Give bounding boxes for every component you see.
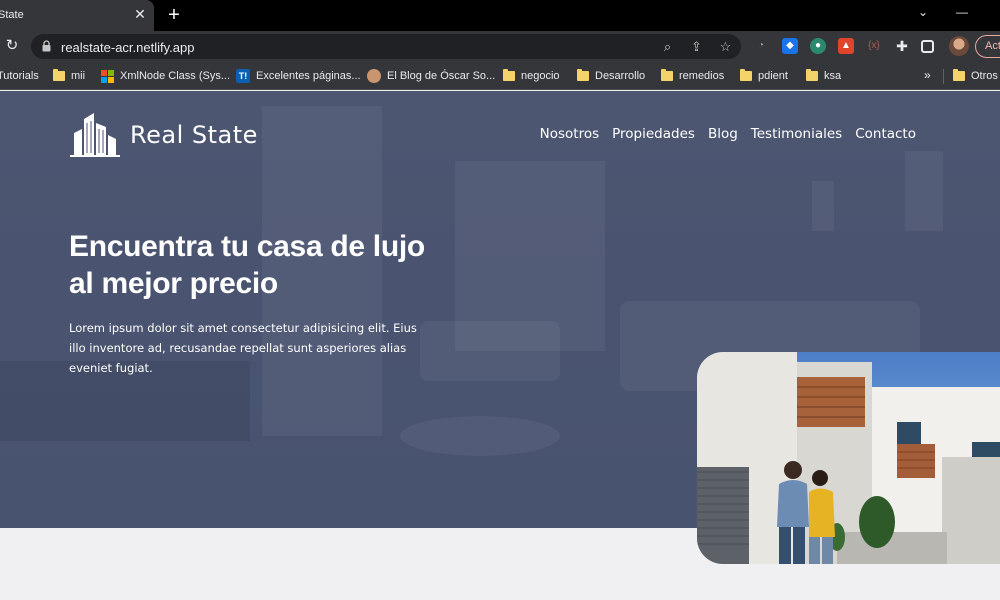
nav-link-contacto[interactable]: Contacto: [855, 126, 916, 142]
background-table: [400, 416, 560, 456]
background-frame: [905, 151, 943, 231]
other-bookmarks-label: Otros: [971, 70, 998, 82]
star-icon[interactable]: ☆: [717, 38, 734, 55]
hero-title: Encuentra tu casa de lujo al mejor preci…: [69, 228, 449, 302]
new-tab-button[interactable]: +: [164, 4, 184, 26]
other-bookmarks[interactable]: Otros: [953, 68, 998, 84]
folder-icon: [740, 69, 752, 81]
logo-text: Real State: [130, 121, 258, 149]
bookmark-label: Excelentes páginas...: [256, 70, 361, 82]
background-frame: [812, 181, 834, 231]
tab-title: State: [0, 9, 24, 21]
browser-toolbar: ↻ realstate-acr.netlify.app ⌕ ⇪ ☆ ◔ ◆ ● …: [0, 31, 1000, 62]
hero-title-line-2: al mejor precio: [69, 267, 278, 300]
folder-icon: [53, 69, 65, 81]
extension-bracket-icon[interactable]: {x}: [866, 38, 882, 54]
bookmark-item[interactable]: Tutorials: [0, 68, 39, 84]
side-panel-icon[interactable]: [921, 40, 934, 53]
hero-description: Lorem ipsum dolor sit amet consectetur a…: [69, 321, 417, 375]
extension-red-icon[interactable]: ▲: [838, 38, 854, 54]
nav-link-blog[interactable]: Blog: [708, 126, 738, 142]
address-bar[interactable]: realstate-acr.netlify.app ⌕ ⇪ ☆: [31, 34, 741, 59]
main-nav: Nosotros Propiedades Blog Testimoniales …: [540, 126, 916, 142]
bookmarks-overflow-button[interactable]: »: [924, 68, 931, 82]
minimize-icon[interactable]: —: [952, 5, 972, 19]
bookmarks-divider: [943, 69, 944, 84]
house-photo: [697, 352, 1000, 564]
tab-search-icon[interactable]: ⌄: [913, 5, 933, 19]
extension-clock-icon[interactable]: ◔: [753, 38, 769, 54]
reload-icon[interactable]: ↻: [3, 37, 21, 55]
bookmark-item[interactable]: pdient: [740, 68, 788, 84]
browser-tab[interactable]: State ✕: [0, 0, 154, 31]
lock-icon[interactable]: [42, 40, 51, 52]
bookmark-item[interactable]: Desarrollo: [577, 68, 645, 84]
bookmarks-bar: Tutorials mii XmlNode Class (Sys... T! E…: [0, 62, 1000, 90]
bookmark-label: Desarrollo: [595, 70, 646, 82]
browser-tab-bar: State ✕ + ⌄ —: [0, 0, 1000, 31]
avatar-icon: [367, 69, 381, 83]
url-text[interactable]: realstate-acr.netlify.app: [61, 40, 194, 55]
bookmark-item[interactable]: El Blog de Óscar So...: [367, 68, 495, 84]
hero-title-line-1: Encuentra tu casa de lujo: [69, 230, 425, 263]
extension-globe-icon[interactable]: ●: [810, 38, 826, 54]
bookmark-item[interactable]: mii: [53, 68, 85, 84]
extension-diamond-icon[interactable]: ◆: [782, 38, 798, 54]
folder-icon: [953, 69, 965, 81]
buildings-icon: [70, 113, 120, 157]
bookmark-item[interactable]: T! Excelentes páginas...: [236, 68, 361, 84]
bookmark-item[interactable]: ksa: [806, 68, 841, 84]
bookmark-label: Tutorials: [0, 70, 39, 82]
house-illustration: [697, 352, 1000, 564]
bookmark-item[interactable]: XmlNode Class (Sys...: [101, 68, 230, 84]
folder-icon: [577, 69, 589, 81]
close-tab-icon[interactable]: ✕: [133, 6, 147, 22]
folder-icon: [503, 69, 515, 81]
folder-icon: [806, 69, 818, 81]
bookmark-label: ksa: [824, 70, 842, 82]
trello-icon: T!: [236, 69, 250, 83]
profile-avatar[interactable]: [949, 36, 969, 56]
nav-link-propiedades[interactable]: Propiedades: [612, 126, 695, 142]
bookmark-label: pdient: [758, 70, 788, 82]
nav-link-testimoniales[interactable]: Testimoniales: [751, 126, 842, 142]
extensions-puzzle-icon[interactable]: ✚: [894, 38, 910, 54]
action-button[interactable]: Act: [975, 35, 1000, 58]
bookmark-item[interactable]: remedios: [661, 68, 724, 84]
site-logo[interactable]: Real State: [70, 113, 258, 157]
share-icon[interactable]: ⇪: [688, 38, 705, 55]
background-sofa: [420, 321, 560, 381]
nav-link-nosotros[interactable]: Nosotros: [540, 126, 600, 142]
zoom-icon[interactable]: ⌕: [659, 38, 676, 55]
bookmark-item[interactable]: negocio: [503, 68, 560, 84]
microsoft-icon: [101, 69, 114, 83]
bookmark-label: mii: [71, 70, 86, 82]
bookmark-label: negocio: [521, 70, 560, 82]
folder-icon: [661, 69, 673, 81]
bookmark-label: El Blog de Óscar So...: [387, 70, 496, 82]
bookmark-label: XmlNode Class (Sys...: [120, 70, 231, 82]
bookmark-label: remedios: [679, 70, 725, 82]
